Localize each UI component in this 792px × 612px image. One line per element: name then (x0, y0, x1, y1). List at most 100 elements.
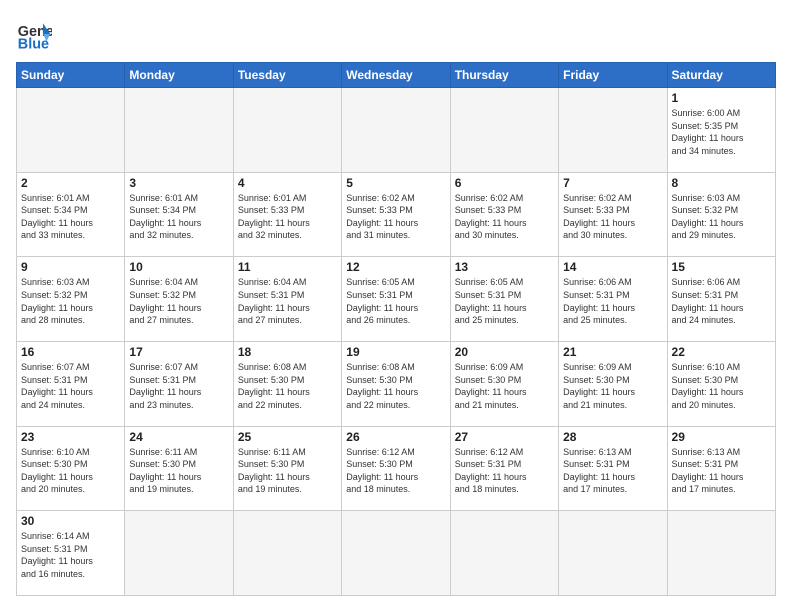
day-number: 12 (346, 260, 445, 274)
day-info: Sunrise: 6:01 AM Sunset: 5:34 PM Dayligh… (21, 192, 120, 242)
calendar-cell: 16 Sunrise: 6:07 AM Sunset: 5:31 PM Dayli… (17, 341, 125, 426)
logo-icon: General Blue (16, 16, 52, 52)
calendar-cell: 1 Sunrise: 6:00 AM Sunset: 5:35 PM Daylig… (667, 88, 775, 173)
calendar-cell (667, 511, 775, 596)
svg-text:Blue: Blue (18, 36, 49, 52)
day-info: Sunrise: 6:08 AM Sunset: 5:30 PM Dayligh… (238, 361, 337, 411)
calendar-cell: 28Sunrise: 6:13 AM Sunset: 5:31 PM Dayli… (559, 426, 667, 511)
calendar-cell (125, 511, 233, 596)
day-info: Sunrise: 6:03 AM Sunset: 5:32 PM Dayligh… (21, 276, 120, 326)
day-number: 23 (21, 430, 120, 444)
day-info: Sunrise: 6:02 AM Sunset: 5:33 PM Dayligh… (563, 192, 662, 242)
calendar-cell: 26Sunrise: 6:12 AM Sunset: 5:30 PM Dayli… (342, 426, 450, 511)
weekday-header-row: SundayMondayTuesdayWednesdayThursdayFrid… (17, 63, 776, 88)
page: General Blue SundayMondayTuesdayWednesda… (0, 0, 792, 612)
weekday-header-tuesday: Tuesday (233, 63, 341, 88)
weekday-header-wednesday: Wednesday (342, 63, 450, 88)
calendar-cell (233, 88, 341, 173)
day-info: Sunrise: 6:10 AM Sunset: 5:30 PM Dayligh… (21, 446, 120, 496)
calendar-cell: 18 Sunrise: 6:08 AM Sunset: 5:30 PM Dayli… (233, 341, 341, 426)
calendar-week-row: 30Sunrise: 6:14 AM Sunset: 5:31 PM Dayli… (17, 511, 776, 596)
calendar-week-row: 9 Sunrise: 6:03 AM Sunset: 5:32 PM Daylig… (17, 257, 776, 342)
calendar-cell: 7 Sunrise: 6:02 AM Sunset: 5:33 PM Daylig… (559, 172, 667, 257)
day-info: Sunrise: 6:11 AM Sunset: 5:30 PM Dayligh… (129, 446, 228, 496)
day-info: Sunrise: 6:08 AM Sunset: 5:30 PM Dayligh… (346, 361, 445, 411)
day-info: Sunrise: 6:02 AM Sunset: 5:33 PM Dayligh… (346, 192, 445, 242)
day-number: 10 (129, 260, 228, 274)
day-info: Sunrise: 6:10 AM Sunset: 5:30 PM Dayligh… (672, 361, 771, 411)
day-number: 9 (21, 260, 120, 274)
day-info: Sunrise: 6:00 AM Sunset: 5:35 PM Dayligh… (672, 107, 771, 157)
day-info: Sunrise: 6:13 AM Sunset: 5:31 PM Dayligh… (672, 446, 771, 496)
calendar-cell: 15 Sunrise: 6:06 AM Sunset: 5:31 PM Dayli… (667, 257, 775, 342)
calendar-cell: 24 Sunrise: 6:11 AM Sunset: 5:30 PM Dayli… (125, 426, 233, 511)
day-number: 7 (563, 176, 662, 190)
calendar-cell: 10 Sunrise: 6:04 AM Sunset: 5:32 PM Dayli… (125, 257, 233, 342)
calendar-cell: 2 Sunrise: 6:01 AM Sunset: 5:34 PM Daylig… (17, 172, 125, 257)
day-number: 5 (346, 176, 445, 190)
day-number: 13 (455, 260, 554, 274)
day-info: Sunrise: 6:04 AM Sunset: 5:32 PM Dayligh… (129, 276, 228, 326)
calendar-cell (17, 88, 125, 173)
day-number: 20 (455, 345, 554, 359)
weekday-header-sunday: Sunday (17, 63, 125, 88)
day-number: 3 (129, 176, 228, 190)
day-info: Sunrise: 6:01 AM Sunset: 5:34 PM Dayligh… (129, 192, 228, 242)
day-number: 26 (346, 430, 445, 444)
logo: General Blue (16, 16, 52, 52)
header: General Blue (16, 16, 776, 52)
day-info: Sunrise: 6:04 AM Sunset: 5:31 PM Dayligh… (238, 276, 337, 326)
day-number: 15 (672, 260, 771, 274)
day-info: Sunrise: 6:07 AM Sunset: 5:31 PM Dayligh… (129, 361, 228, 411)
day-number: 11 (238, 260, 337, 274)
day-number: 30 (21, 514, 120, 528)
calendar-week-row: 23 Sunrise: 6:10 AM Sunset: 5:30 PM Dayli… (17, 426, 776, 511)
calendar-cell: 11 Sunrise: 6:04 AM Sunset: 5:31 PM Dayli… (233, 257, 341, 342)
day-number: 8 (672, 176, 771, 190)
calendar-week-row: 16 Sunrise: 6:07 AM Sunset: 5:31 PM Dayli… (17, 341, 776, 426)
day-info: Sunrise: 6:01 AM Sunset: 5:33 PM Dayligh… (238, 192, 337, 242)
day-number: 17 (129, 345, 228, 359)
day-number: 1 (672, 91, 771, 105)
day-number: 29 (672, 430, 771, 444)
weekday-header-saturday: Saturday (667, 63, 775, 88)
day-info: Sunrise: 6:06 AM Sunset: 5:31 PM Dayligh… (563, 276, 662, 326)
calendar-cell (342, 511, 450, 596)
day-number: 24 (129, 430, 228, 444)
day-number: 2 (21, 176, 120, 190)
calendar-week-row: 2 Sunrise: 6:01 AM Sunset: 5:34 PM Daylig… (17, 172, 776, 257)
calendar-cell (450, 88, 558, 173)
calendar-cell: 5 Sunrise: 6:02 AM Sunset: 5:33 PM Daylig… (342, 172, 450, 257)
calendar-table: SundayMondayTuesdayWednesdayThursdayFrid… (16, 62, 776, 596)
calendar-cell (559, 511, 667, 596)
calendar-cell: 14Sunrise: 6:06 AM Sunset: 5:31 PM Dayli… (559, 257, 667, 342)
day-info: Sunrise: 6:12 AM Sunset: 5:31 PM Dayligh… (455, 446, 554, 496)
day-info: Sunrise: 6:02 AM Sunset: 5:33 PM Dayligh… (455, 192, 554, 242)
calendar-week-row: 1 Sunrise: 6:00 AM Sunset: 5:35 PM Daylig… (17, 88, 776, 173)
day-number: 16 (21, 345, 120, 359)
day-number: 27 (455, 430, 554, 444)
calendar-cell: 22 Sunrise: 6:10 AM Sunset: 5:30 PM Dayli… (667, 341, 775, 426)
day-number: 25 (238, 430, 337, 444)
day-number: 6 (455, 176, 554, 190)
calendar-cell: 30Sunrise: 6:14 AM Sunset: 5:31 PM Dayli… (17, 511, 125, 596)
day-number: 21 (563, 345, 662, 359)
calendar-cell: 9 Sunrise: 6:03 AM Sunset: 5:32 PM Daylig… (17, 257, 125, 342)
calendar-cell: 12Sunrise: 6:05 AM Sunset: 5:31 PM Dayli… (342, 257, 450, 342)
day-number: 4 (238, 176, 337, 190)
day-info: Sunrise: 6:05 AM Sunset: 5:31 PM Dayligh… (455, 276, 554, 326)
day-info: Sunrise: 6:06 AM Sunset: 5:31 PM Dayligh… (672, 276, 771, 326)
calendar-cell (559, 88, 667, 173)
weekday-header-monday: Monday (125, 63, 233, 88)
calendar-cell: 8 Sunrise: 6:03 AM Sunset: 5:32 PM Daylig… (667, 172, 775, 257)
calendar-cell: 20Sunrise: 6:09 AM Sunset: 5:30 PM Dayli… (450, 341, 558, 426)
calendar-cell: 21 Sunrise: 6:09 AM Sunset: 5:30 PM Dayli… (559, 341, 667, 426)
day-number: 22 (672, 345, 771, 359)
day-number: 18 (238, 345, 337, 359)
calendar-cell: 23 Sunrise: 6:10 AM Sunset: 5:30 PM Dayli… (17, 426, 125, 511)
day-info: Sunrise: 6:07 AM Sunset: 5:31 PM Dayligh… (21, 361, 120, 411)
day-number: 28 (563, 430, 662, 444)
day-info: Sunrise: 6:03 AM Sunset: 5:32 PM Dayligh… (672, 192, 771, 242)
calendar-cell: 19Sunrise: 6:08 AM Sunset: 5:30 PM Dayli… (342, 341, 450, 426)
day-info: Sunrise: 6:09 AM Sunset: 5:30 PM Dayligh… (563, 361, 662, 411)
